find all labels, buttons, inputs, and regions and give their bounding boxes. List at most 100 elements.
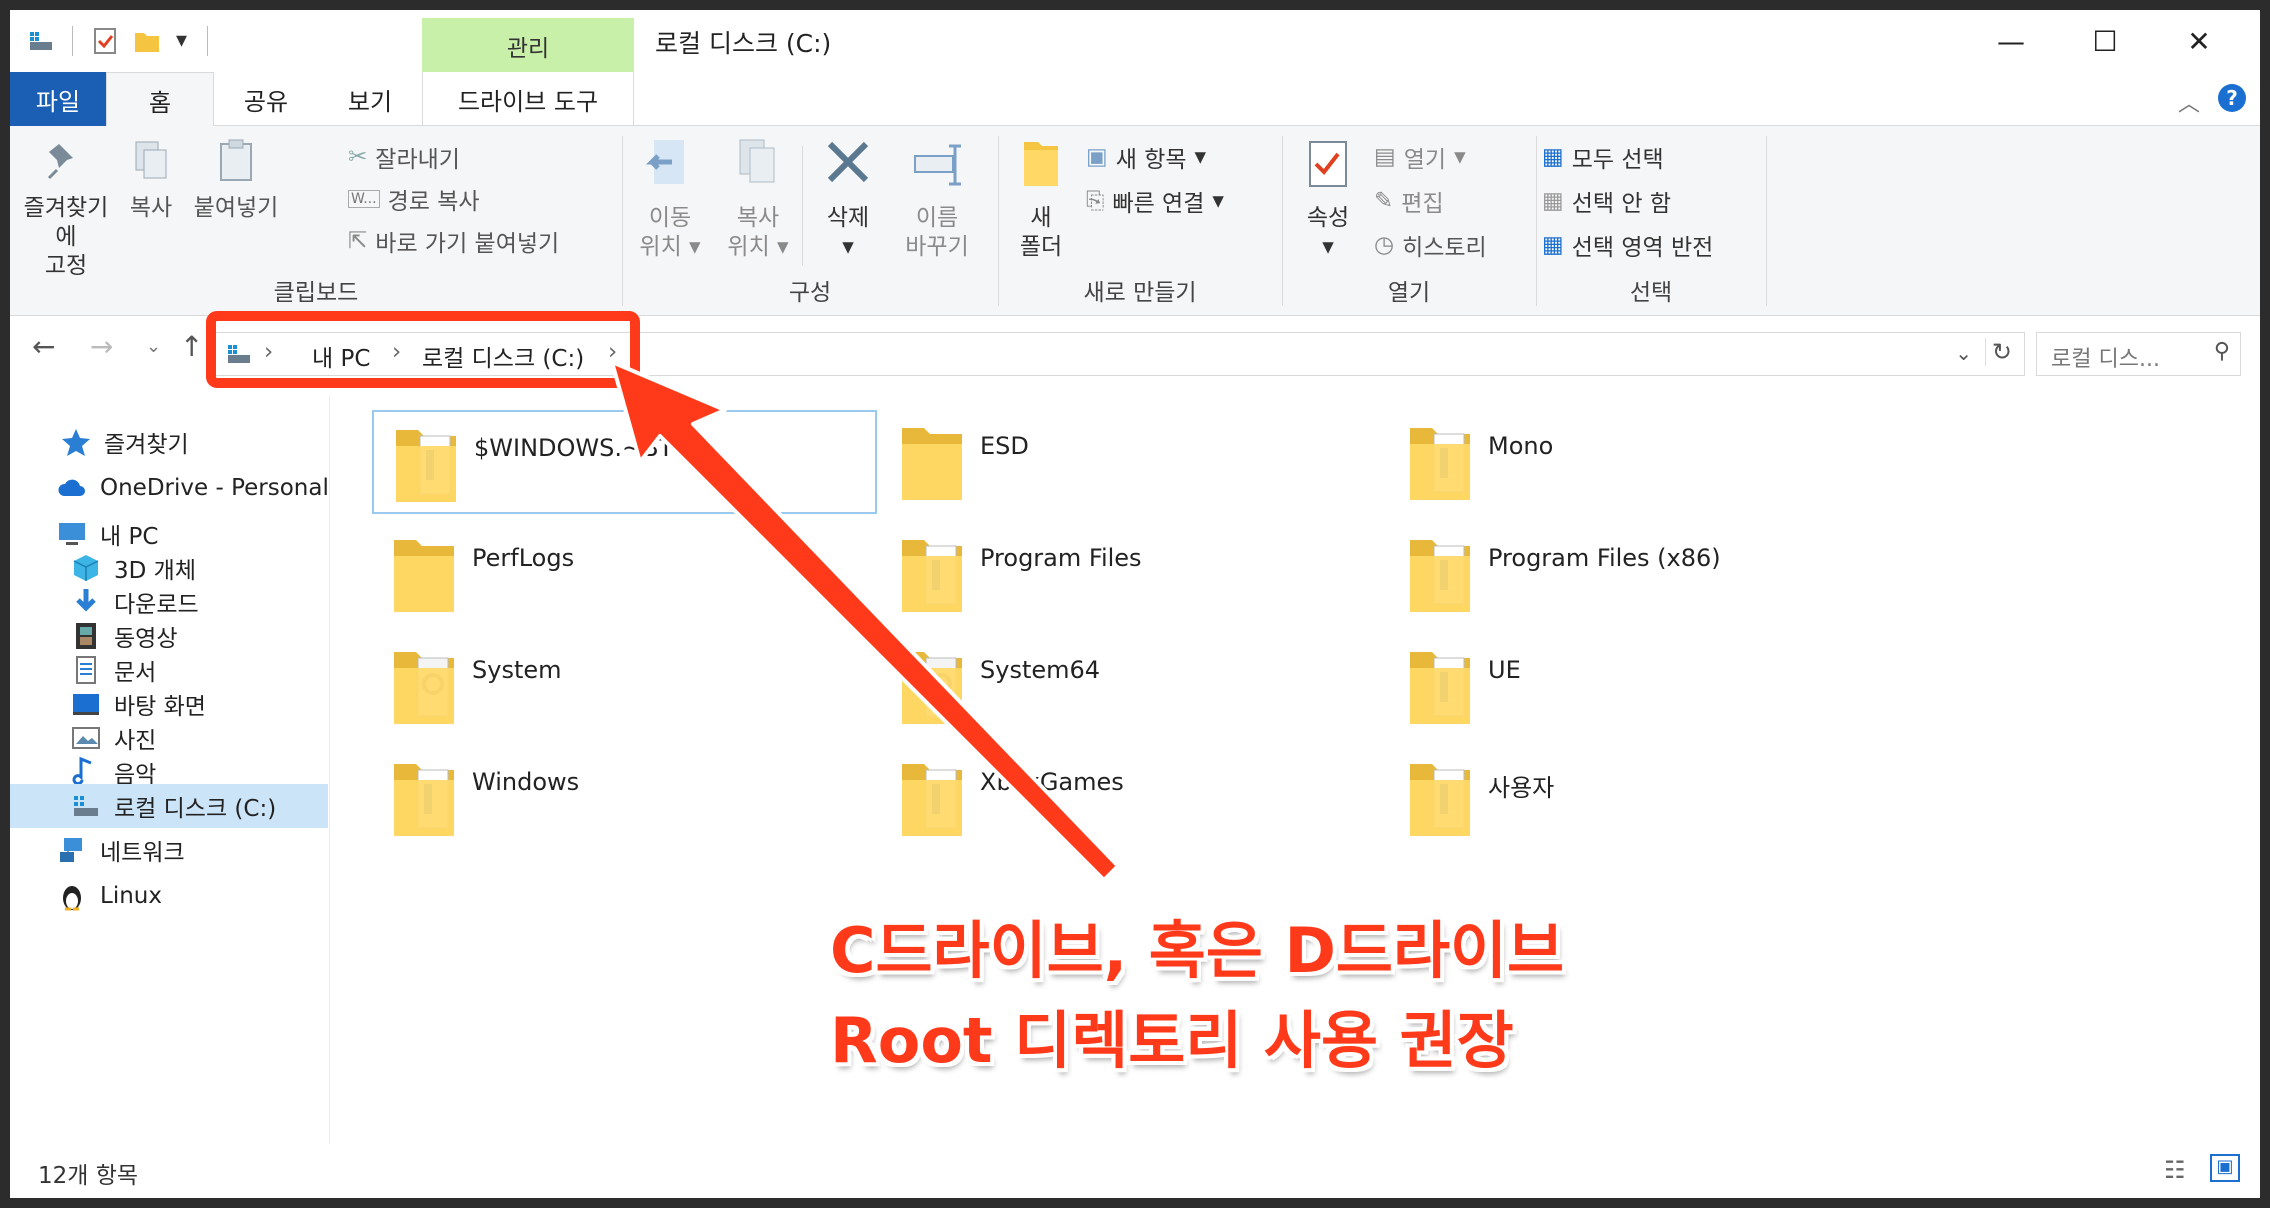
new-item-button[interactable]: ▣ 새 항목 ▾ — [1086, 140, 1206, 174]
delete-label: 삭제 — [826, 205, 870, 231]
folder-name: Mono — [1488, 432, 1554, 460]
open-label: 열기 — [1403, 147, 1447, 173]
tab-home-label: 홈 — [148, 88, 172, 117]
nav-item-12[interactable]: Linux — [10, 874, 330, 918]
copy-to-label-2: 위치 ▾ — [727, 234, 789, 260]
folder-item[interactable]: XboxGames — [880, 746, 1385, 850]
rename-button[interactable]: 이름 바꾸기 — [894, 136, 980, 262]
crumb-separator-icon[interactable]: › — [608, 339, 617, 365]
folder-item[interactable]: Program Files (x86) — [1388, 522, 1893, 626]
folder-item[interactable]: Mono — [1388, 410, 1893, 514]
folder-icon — [394, 540, 454, 612]
folder-item[interactable]: $WINDOWS.~BT — [372, 410, 877, 514]
address-bar[interactable]: › 내 PC › 로컬 디스크 (C:) › ⌄ ↻ — [215, 332, 2025, 376]
folder-name: PerfLogs — [472, 544, 575, 572]
nav-item-11[interactable]: 네트워크 — [10, 828, 330, 872]
properties-check-icon[interactable] — [90, 26, 120, 56]
new-item-label: 새 항목 — [1115, 147, 1187, 173]
select-none-icon: ▦ — [1542, 188, 1564, 214]
collapse-ribbon-icon[interactable]: ︿ — [2178, 86, 2200, 118]
search-icon[interactable]: ⚲ — [2214, 339, 2230, 364]
ribbon-tabs: 파일 홈 공유 보기 드라이브 도구 ︿ ? — [10, 72, 2260, 127]
folder-item[interactable]: PerfLogs — [372, 522, 877, 626]
crumb-separator-icon[interactable]: › — [264, 339, 273, 365]
folder-name: Program Files — [980, 544, 1142, 572]
folder-item[interactable]: UE — [1388, 634, 1893, 738]
group-separator — [802, 146, 803, 266]
easy-access-button[interactable]: ⎘ 빠른 연결 ▾ — [1086, 184, 1224, 218]
move-to-button[interactable]: 이동 위치 ▾ — [630, 136, 710, 262]
open-group-label: 열기 — [1387, 280, 1431, 306]
window-title: 로컬 디스크 (C:) — [655, 29, 832, 58]
invert-selection-button[interactable]: ▦ 선택 영역 반전 — [1542, 228, 1713, 262]
nav-item-1[interactable]: OneDrive - Personal — [10, 466, 330, 510]
new-folder-button[interactable]: 새 폴더 — [1006, 136, 1076, 262]
select-all-icon: ▦ — [1542, 144, 1564, 170]
tab-drive-tools[interactable]: 드라이브 도구 — [422, 72, 634, 126]
forward-arrow-icon[interactable]: → — [90, 330, 113, 363]
penguin-icon — [63, 886, 81, 911]
history-button[interactable]: ◷ 히스토리 — [1374, 228, 1487, 262]
edit-button[interactable]: ✎ 편집 — [1374, 184, 1444, 218]
refresh-icon[interactable]: ↻ — [1984, 338, 2012, 366]
folder-icon — [1410, 764, 1470, 836]
search-input[interactable]: 로컬 디스... — [2051, 341, 2160, 373]
edit-label: 편집 — [1401, 191, 1444, 217]
paste-button[interactable]: 붙여넣기 — [186, 136, 286, 223]
cut-label: 잘라내기 — [375, 147, 460, 173]
qa-dropdown-icon[interactable]: ▾ — [176, 28, 187, 53]
pin-icon — [47, 144, 73, 180]
select-group-label: 선택 — [1629, 280, 1673, 306]
new-folder-qa-icon[interactable] — [132, 26, 162, 56]
folder-item[interactable]: Windows — [372, 746, 877, 850]
folder-item[interactable]: ESD — [880, 410, 1385, 514]
address-dropdown-icon[interactable]: ⌄ — [1955, 341, 1972, 365]
folder-icon — [394, 764, 454, 836]
search-box[interactable]: 로컬 디스... ⚲ — [2036, 332, 2241, 376]
folder-icon — [394, 652, 454, 724]
folder-name: Windows — [472, 768, 580, 796]
select-all-button[interactable]: ▦ 모두 선택 — [1542, 140, 1664, 174]
crumb-this-pc[interactable]: 내 PC — [312, 339, 370, 373]
recent-dropdown-icon[interactable]: ⌄ — [146, 336, 161, 357]
large-icons-view-icon[interactable]: ▣ — [2210, 1154, 2240, 1182]
copy-to-button[interactable]: 복사 위치 ▾ — [718, 136, 798, 262]
folder-item[interactable]: System — [372, 634, 877, 738]
select-none-button[interactable]: ▦ 선택 안 함 — [1542, 184, 1671, 218]
folder-item[interactable]: 사용자 — [1388, 746, 1893, 850]
minimize-button[interactable]: — — [1964, 10, 2058, 72]
maximize-button[interactable]: ☐ — [2058, 10, 2152, 72]
nav-item-0[interactable]: 즐겨찾기 — [10, 420, 330, 464]
open-button[interactable]: ▤ 열기 ▾ — [1374, 140, 1466, 174]
open-dropdown-icon: ▾ — [1454, 144, 1466, 170]
cut-button[interactable]: ✂ 잘라내기 — [348, 140, 460, 174]
copy-path-button[interactable]: W... 경로 복사 — [348, 182, 480, 216]
folder-item[interactable]: Program Files — [880, 522, 1385, 626]
folder-icon — [396, 430, 456, 502]
properties-icon — [1309, 141, 1347, 187]
up-arrow-icon[interactable]: ↑ — [180, 330, 203, 363]
rename-label-2: 바꾸기 — [905, 234, 969, 260]
invert-selection-icon: ▦ — [1542, 232, 1564, 258]
tab-file[interactable]: 파일 — [10, 72, 106, 126]
copy-to-label-1: 복사 — [736, 205, 780, 231]
close-icon: ✕ — [2187, 24, 2211, 58]
new-folder-label-1: 새 — [1030, 205, 1052, 231]
history-label: 히스토리 — [1402, 235, 1487, 261]
close-button[interactable]: ✕ — [2152, 10, 2246, 72]
copy-button[interactable]: 복사 — [118, 136, 184, 223]
folder-item[interactable]: System64 — [880, 634, 1385, 738]
crumb-separator-icon[interactable]: › — [392, 339, 401, 365]
tab-view[interactable]: 보기 — [322, 72, 418, 126]
pin-quick-access-button[interactable]: 즐겨찾기에 고정 — [16, 136, 116, 281]
help-icon[interactable]: ? — [2218, 84, 2246, 112]
tab-share[interactable]: 공유 — [220, 72, 312, 126]
nav-item-10[interactable]: 로컬 디스크 (C:) — [10, 784, 328, 828]
tab-home[interactable]: 홈 — [106, 72, 214, 127]
delete-button[interactable]: 삭제 ▾ — [810, 136, 886, 262]
details-view-icon[interactable]: ☷ — [2164, 1156, 2186, 1184]
properties-button[interactable]: 속성 ▾ — [1290, 136, 1366, 262]
crumb-local-disk[interactable]: 로컬 디스크 (C:) — [422, 339, 584, 373]
paste-shortcut-button[interactable]: ⇱ 바로 가기 붙여넣기 — [348, 224, 559, 258]
back-arrow-icon[interactable]: ← — [32, 330, 55, 363]
